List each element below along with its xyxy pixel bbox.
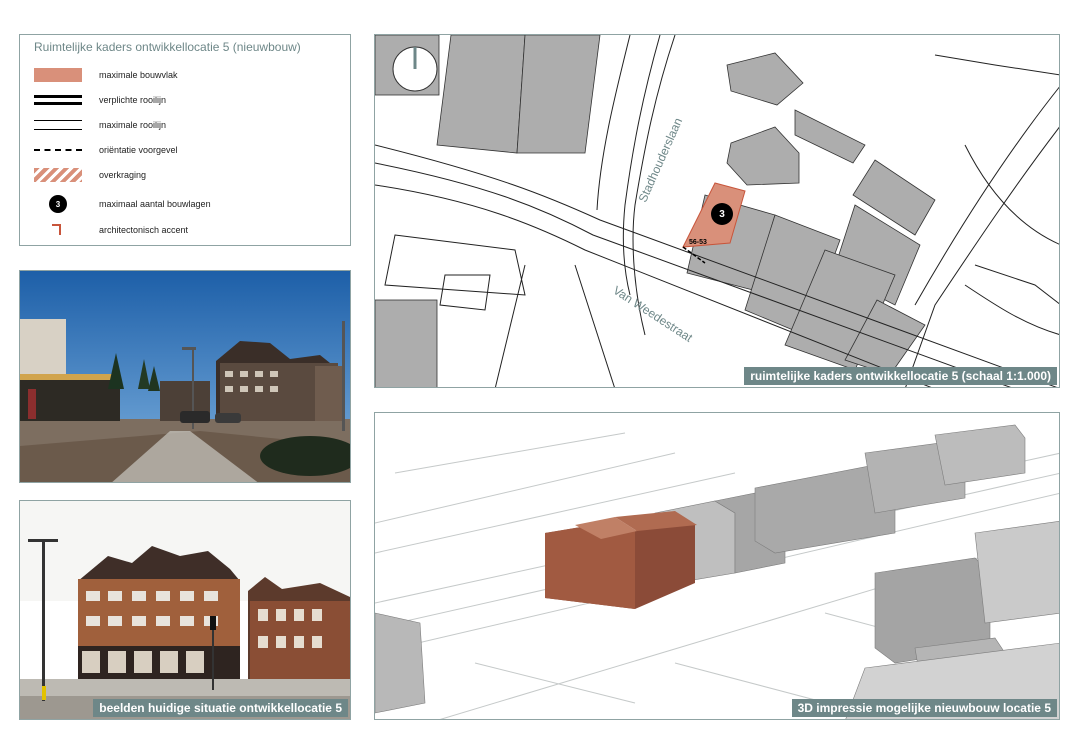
accent-corner-icon [34, 223, 82, 237]
photos-caption: beelden huidige situatie ontwikkellocati… [93, 699, 348, 717]
legend-label: maximale bouwvlak [99, 70, 178, 80]
legend-label: oriëntatie voorgevel [99, 145, 178, 155]
legend-label: verplichte rooilijn [99, 95, 167, 105]
double-line-icon [34, 118, 82, 132]
hatched-swatch-icon [34, 168, 82, 182]
legend-item-bouwlagen: 3 maximaal aantal bouwlagen [34, 195, 211, 213]
number-circle-icon: 3 [34, 195, 82, 213]
map-caption: ruimtelijke kaders ontwikkellocatie 5 (s… [744, 367, 1057, 385]
legend-item-overkraging: overkraging [34, 166, 146, 184]
legend-item-accent: architectonisch accent [34, 221, 188, 239]
3d-impression: 3D impressie mogelijke nieuwbouw locatie… [374, 412, 1060, 720]
legend-item-bouwvlak: maximale bouwvlak [34, 66, 178, 84]
legend-label: overkraging [99, 170, 147, 180]
photo-street-view [19, 270, 351, 483]
house-number-label: 56-53 [689, 239, 707, 246]
photo-building: beelden huidige situatie ontwikkellocati… [19, 500, 351, 720]
legend-panel: Ruimtelijke kaders ontwikkellocatie 5 (n… [19, 34, 351, 246]
bold-double-line-icon [34, 93, 82, 107]
dashed-line-icon [34, 143, 82, 157]
legend-label: architectonisch accent [99, 225, 189, 235]
floors-marker: 3 [711, 203, 733, 225]
legend-label: maximaal aantal bouwlagen [99, 199, 211, 209]
legend-label: maximale rooilijn [99, 120, 167, 130]
render-caption: 3D impressie mogelijke nieuwbouw locatie… [791, 699, 1057, 717]
legend-item-maximale-rooilijn: maximale rooilijn [34, 116, 166, 134]
site-map[interactable]: Stadhouderslaan Van Weedestraat 3 56-53 … [374, 34, 1060, 388]
salmon-fill-swatch-icon [34, 68, 82, 82]
legend-item-orientatie: oriëntatie voorgevel [34, 141, 178, 159]
legend-title: Ruimtelijke kaders ontwikkellocatie 5 (n… [34, 40, 301, 54]
legend-item-verplichte-rooilijn: verplichte rooilijn [34, 91, 166, 109]
